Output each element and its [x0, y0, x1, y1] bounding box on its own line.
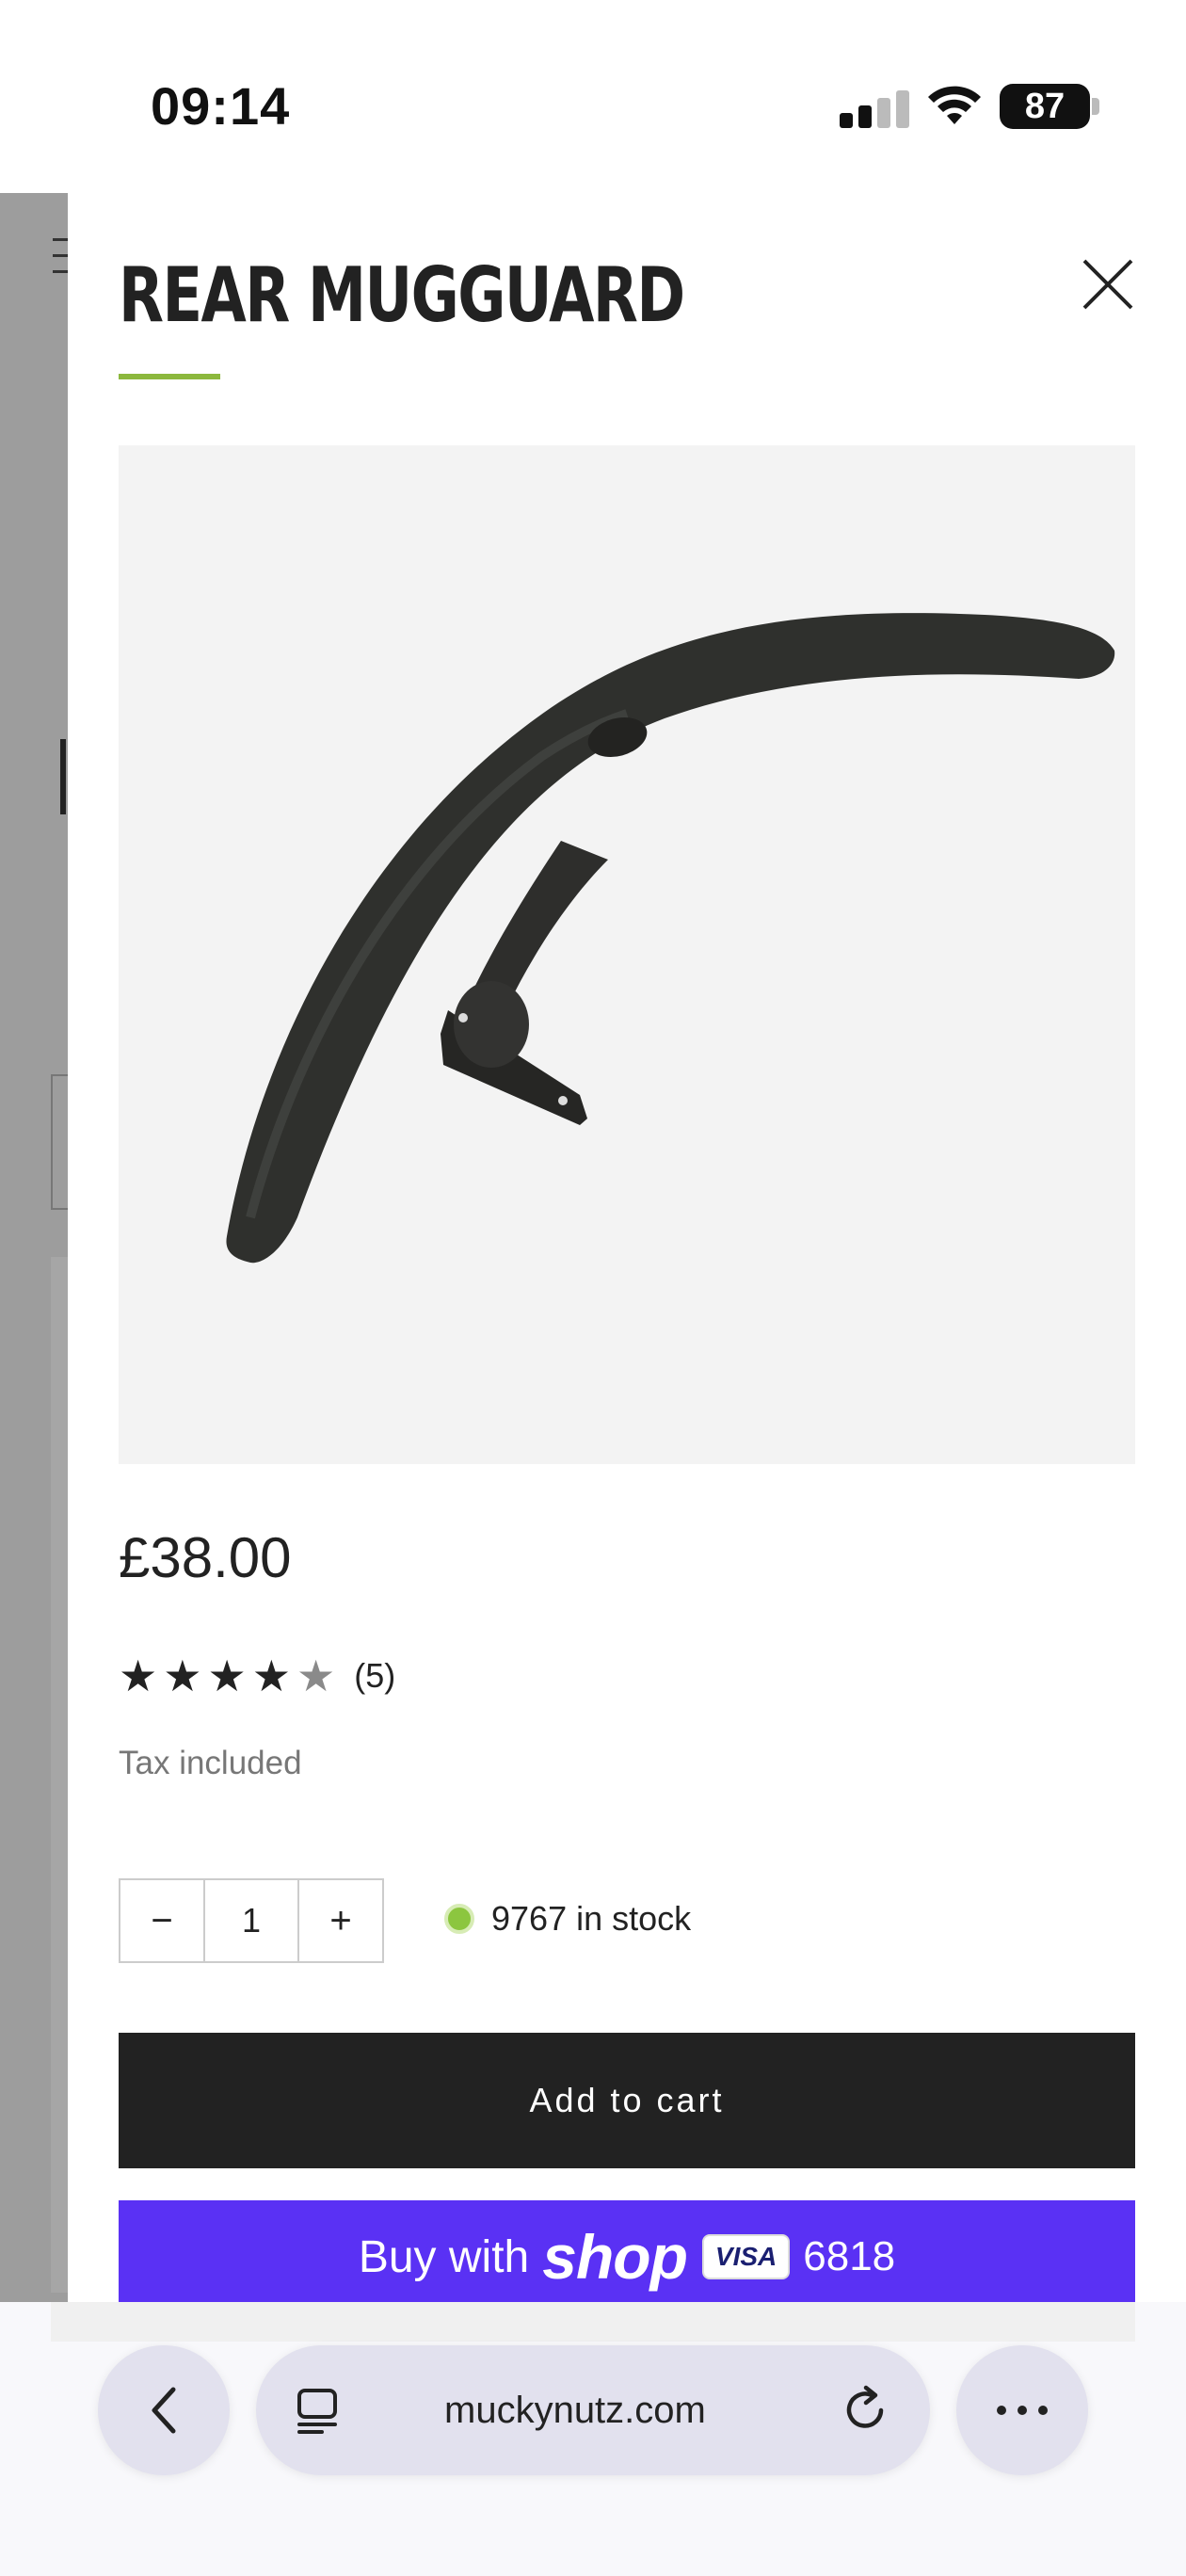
more-button[interactable] — [956, 2345, 1088, 2475]
star-icon: ★ — [163, 1650, 202, 1701]
tax-note: Tax included — [119, 1745, 302, 1781]
background-element — [51, 1257, 70, 2293]
back-chevron-icon — [152, 2387, 176, 2434]
product-image[interactable] — [119, 445, 1135, 1464]
star-icon: ★ — [296, 1650, 336, 1701]
add-to-cart-button[interactable]: Add to cart — [119, 2033, 1135, 2168]
product-drawer: REAR MUGGUARD £38.00 ★ ★ ★ ★ ★ (5) Tax i… — [68, 193, 1186, 2302]
browser-toolbar: muckynutz.com — [0, 2302, 1186, 2576]
tabs-icon — [297, 2389, 337, 2434]
status-time: 09:14 — [151, 76, 291, 136]
stock-status: 9767 in stock — [444, 1899, 691, 1939]
visa-card-icon: VISA — [701, 2234, 791, 2279]
quantity-decrease-button[interactable]: − — [120, 1880, 203, 1961]
battery-icon: 87 — [1000, 84, 1090, 129]
shop-logo: shop — [542, 2222, 688, 2292]
close-icon[interactable] — [1075, 251, 1141, 317]
quantity-input[interactable]: 1 — [203, 1880, 299, 1961]
wifi-icon — [928, 86, 981, 124]
star-icon: ★ — [207, 1650, 247, 1701]
shop-pay-label: Buy with — [358, 2231, 530, 2282]
reload-icon[interactable] — [838, 2383, 892, 2438]
product-rating[interactable]: ★ ★ ★ ★ ★ (5) — [119, 1654, 395, 1698]
product-price: £38.00 — [119, 1526, 292, 1589]
stock-text: 9767 in stock — [491, 1899, 692, 1938]
stock-indicator-icon — [444, 1904, 474, 1934]
quantity-stepper: − 1 + — [119, 1878, 384, 1963]
star-icon: ★ — [119, 1650, 158, 1701]
title-underline — [119, 374, 220, 379]
signal-icon — [840, 90, 909, 128]
rating-count: (5) — [354, 1656, 396, 1695]
product-title: REAR MUGGUARD — [119, 251, 685, 339]
back-button[interactable] — [98, 2345, 230, 2475]
status-bar: 09:14 87 — [0, 0, 1186, 193]
url-text: muckynutz.com — [444, 2389, 706, 2431]
battery-cap — [1092, 98, 1099, 115]
address-bar[interactable]: muckynutz.com — [256, 2345, 930, 2475]
shop-pay-button[interactable]: Buy with shop VISA 6818 — [119, 2200, 1135, 2302]
mudguard-illustration — [226, 613, 1115, 1264]
background-element — [60, 739, 66, 814]
toolbar-strip — [51, 2302, 1135, 2342]
star-icon: ★ — [251, 1650, 291, 1701]
more-icon — [997, 2406, 1048, 2415]
card-last-digits: 6818 — [803, 2233, 896, 2279]
quantity-increase-button[interactable]: + — [299, 1880, 382, 1961]
